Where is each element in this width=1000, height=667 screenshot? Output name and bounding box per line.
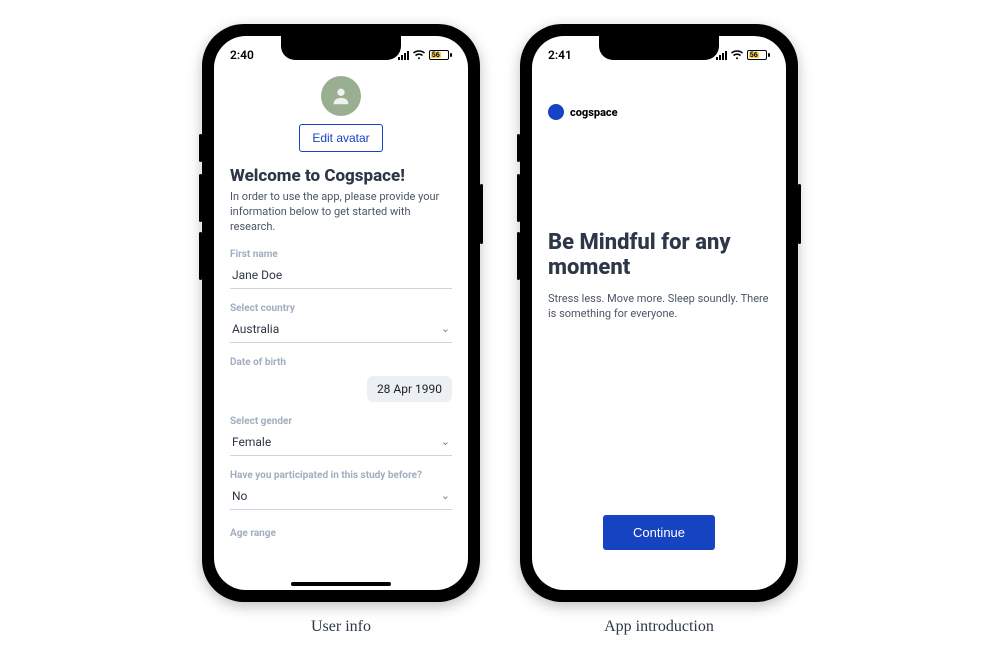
first-name-input[interactable]: Jane Doe [230, 264, 452, 289]
notch [599, 36, 719, 60]
study-label: Have you participated in this study befo… [230, 470, 452, 481]
country-label: Select country [230, 303, 452, 314]
dob-picker[interactable]: 28 Apr 1990 [367, 376, 452, 402]
caption-user-info: User info [202, 618, 480, 636]
chevron-down-icon: ⌄ [441, 489, 450, 502]
caption-app-intro: App introduction [520, 618, 798, 636]
brand-name: cogspace [570, 106, 618, 119]
chevron-down-icon: ⌄ [441, 322, 450, 335]
intro-subtitle: Stress less. Move more. Sleep soundly. T… [548, 291, 770, 322]
home-indicator[interactable] [291, 582, 391, 586]
status-time: 2:40 [230, 48, 254, 62]
welcome-title: Welcome to Cogspace! [230, 166, 452, 186]
notch [281, 36, 401, 60]
brand-logo: cogspace [548, 104, 770, 120]
gender-select[interactable]: Female ⌄ [230, 431, 452, 456]
battery-icon: 56 [747, 50, 770, 60]
chevron-down-icon: ⌄ [441, 435, 450, 448]
edit-avatar-button[interactable]: Edit avatar [299, 124, 382, 152]
gender-label: Select gender [230, 416, 452, 427]
brand-dot-icon [548, 104, 564, 120]
continue-button[interactable]: Continue [603, 515, 715, 550]
country-select[interactable]: Australia ⌄ [230, 318, 452, 343]
dob-label: Date of birth [230, 357, 452, 368]
study-select[interactable]: No ⌄ [230, 485, 452, 510]
avatar [321, 76, 361, 116]
battery-icon: 56 [429, 50, 452, 60]
age-range-label: Age range [230, 528, 452, 539]
intro-title: Be Mindful for any moment [548, 230, 770, 281]
wifi-icon [731, 50, 743, 60]
phone-app-intro: 2:41 56 cogspace [520, 24, 798, 602]
status-time: 2:41 [548, 48, 572, 62]
first-name-label: First name [230, 249, 452, 260]
phone-user-info: 2:40 56 Edit avatar [202, 24, 480, 602]
welcome-subtitle: In order to use the app, please provide … [230, 190, 452, 235]
wifi-icon [413, 50, 425, 60]
